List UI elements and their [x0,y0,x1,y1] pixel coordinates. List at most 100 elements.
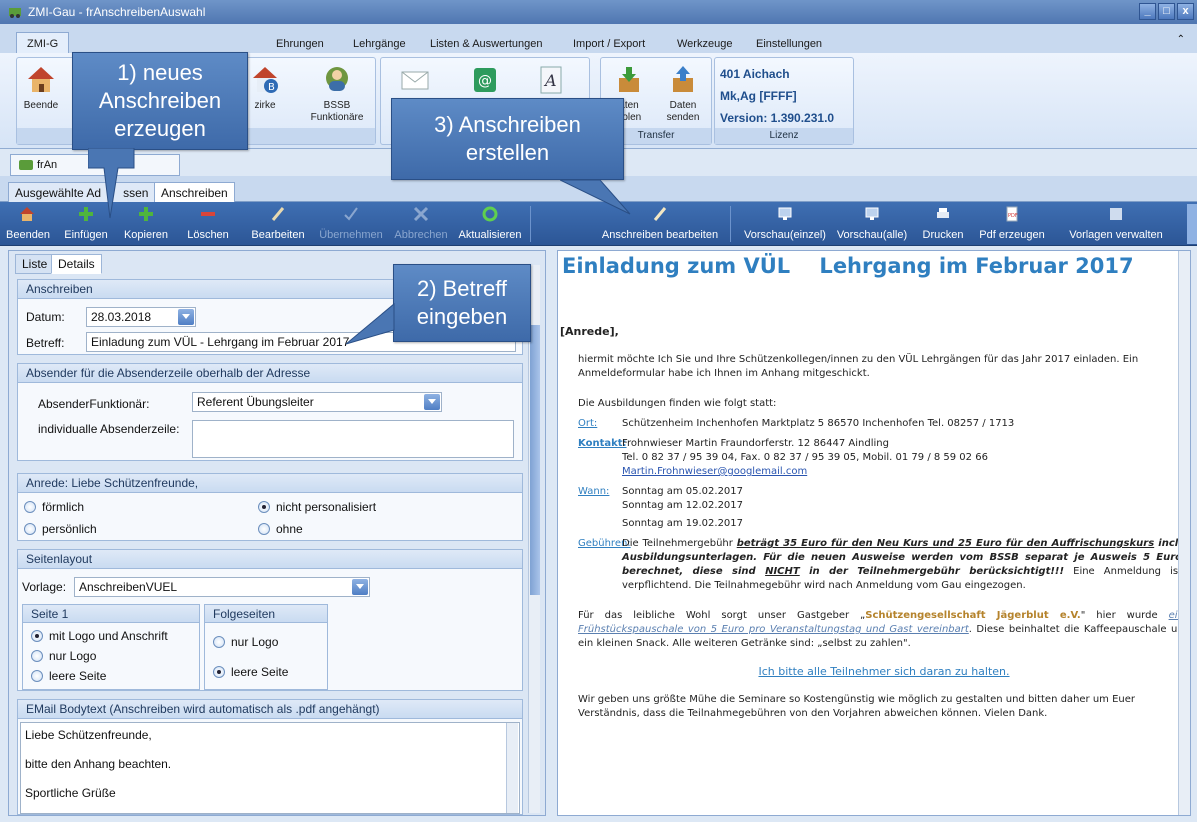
beenden-button[interactable]: Beenden [6,206,50,242]
radio-leere-seite[interactable]: leere Seite [31,669,106,683]
monitor-icon [864,206,880,222]
folgeseiten-box: Folgeseiten nur Logo leere Seite [204,604,328,690]
ribbon-mail-button[interactable] [395,64,435,100]
ribbon-tab-einstellungen[interactable]: Einstellungen [756,38,822,50]
copy-plus-icon [138,206,154,222]
ribbon-bssb-button[interactable]: BSSB Funktionäre [307,64,367,124]
vorschau-alle-button[interactable]: Vorschau(alle) [834,206,910,242]
ribbon-collapse-icon[interactable]: ⌃ [1177,34,1185,45]
details-scrollbar[interactable] [528,265,540,813]
radio-icon [24,523,36,535]
drucken-button[interactable]: Drucken [920,206,966,242]
svg-text:B: B [268,82,275,93]
license-info: 401 Aichach Mk,Ag [FFFF] Version: 1.390.… [720,63,834,129]
vorschau-einzel-button[interactable]: Vorschau(einzel) [738,206,832,242]
document-anrede: [Anrede], [560,325,619,338]
aktualisieren-button[interactable]: Aktualisieren [454,206,526,242]
preview-scrollbar[interactable] [1178,251,1190,815]
ribbon-text-button[interactable]: A [531,64,571,100]
doc-value-wann-3: Sonntag am 19.02.2017 [622,518,744,529]
tab-details[interactable]: Details [51,254,102,274]
datum-field[interactable]: 28.03.2018 [86,307,196,327]
radio-mit-logo-und-anschrift[interactable]: mit Logo und Anschrift [31,629,168,643]
radio-ohne[interactable]: ohne [258,522,303,536]
doc-value-kontakt-2: Tel. 0 82 37 / 95 39 04, Fax. 0 82 37 / … [622,452,988,463]
email-at-icon: @ [469,64,501,96]
ribbon-tab-import[interactable]: Import / Export [573,38,645,50]
email-line: bitte den Anhang beachten. [25,757,172,771]
email-scrollbar[interactable] [506,723,518,813]
ribbon-tabbar: ZMI-G Ehrungen Lehrgänge Listen & Auswer… [0,24,1197,56]
car-icon [19,160,33,171]
callout-1: 1) neues Anschreiben erzeugen [72,52,248,150]
seite1-box: Seite 1 mit Logo und Anschrift nur Logo … [22,604,200,690]
absenderfunktionaer-select[interactable]: Referent Übungsleiter [192,392,442,412]
ribbon-email-button[interactable]: @ [465,64,505,100]
download-box-icon [613,64,645,96]
document-paragraph: hiermit möchte Ich Sie und Ihre Schützen… [578,354,1139,379]
radio-folge-nur-logo[interactable]: nur Logo [213,635,278,649]
date-picker-button[interactable] [178,309,194,325]
doc-contact-email-link[interactable]: Martin.Frohnwieser@googlemail.com [622,465,1182,479]
doc-value-ort: Schützenheim Inchenhofen Marktplatz 5 86… [622,418,1015,429]
toolbar-separator [530,206,531,242]
callout-1-pointer [88,148,135,219]
section-seitenlayout: Seitenlayout Vorlage: AnschreibenVUEL Se… [17,549,523,691]
radio-folge-leere-seite[interactable]: leere Seite [213,665,288,679]
abbrechen-button[interactable]: Abbrechen [390,206,452,242]
vorlage-select[interactable]: AnschreibenVUEL [74,577,370,597]
chevron-down-icon[interactable] [424,394,440,410]
radio-nicht-personalisiert[interactable]: nicht personalisiert [258,500,376,514]
doc-label-kontakt: Kontakt: [578,438,627,449]
individuelle-absenderzeile-input[interactable] [192,420,514,458]
radio-persoenlich[interactable]: persönlich [24,522,97,536]
ribbon-daten-senden-button[interactable]: Daten senden [663,64,703,124]
betreff-label: Betreff: [26,336,65,350]
ribbon-beenden-button[interactable]: Beende [21,64,61,112]
doc-value-wann-2: Sonntag am 12.02.2017 [622,500,744,511]
scrollbar-thumb[interactable] [530,325,540,595]
vorlage-label: Vorlage: [22,580,67,594]
radio-foermlich[interactable]: förmlich [24,500,84,514]
template-icon [1108,206,1124,222]
bearbeiten-button[interactable]: Bearbeiten [246,206,310,242]
envelope-icon [399,64,431,96]
vorlagen-verwalten-button[interactable]: Vorlagen verwalten [1060,206,1172,242]
svg-text:@: @ [478,73,492,89]
document-paragraph-verpflegung: Für das leibliche Wohl sorgt unser Gastg… [578,610,1190,649]
ribbon-tab-ehrungen[interactable]: Ehrungen [276,38,324,50]
house-icon [19,206,35,222]
minimize-button[interactable]: _ [1139,3,1156,20]
radio-icon [31,650,43,662]
ribbon-tab-listen[interactable]: Listen & Auswertungen [430,38,543,50]
close-button[interactable]: x [1177,3,1194,20]
users-icon [321,64,353,96]
monitor-icon [777,206,793,222]
tab-liste[interactable]: Liste [15,254,55,274]
ribbon-bezirke-button[interactable]: B zirke [245,64,285,112]
chevron-down-icon[interactable] [352,579,368,595]
document-highlight: Ich bitte alle Teilnehmer sich daran zu … [758,665,1010,678]
uebernehmen-button[interactable]: Übernehmen [316,206,386,242]
radio-icon [213,636,225,648]
window-title: ZMI-Gau - frAnschreibenAuswahl [28,5,206,19]
email-line: Sportliche Grüße [25,786,116,800]
toolbar-overflow-chevron[interactable] [1187,204,1197,244]
app-icon [8,5,22,19]
folgeseiten-head: Folgeseiten [205,605,327,623]
radio-nur-logo[interactable]: nur Logo [31,649,96,663]
tab-anschreiben[interactable]: Anschreiben [154,182,235,203]
pdf-erzeugen-button[interactable]: PDF Pdf erzeugen [972,206,1052,242]
callout-2: 2) Betreff eingeben [393,264,531,342]
x-icon [413,206,429,222]
svg-text:PDF: PDF [1008,213,1018,219]
ribbon-tab-lehrgaenge[interactable]: Lehrgänge [353,38,406,50]
radio-selected-icon [31,630,43,642]
section-email-head: EMail Bodytext (Anschreiben wird automat… [18,700,522,719]
house-icon [25,64,57,96]
loeschen-button[interactable]: Löschen [180,206,236,242]
email-bodytext-input[interactable]: Liebe Schützenfreunde, bitte den Anhang … [20,722,520,814]
upload-box-icon [667,64,699,96]
ribbon-tab-werkzeuge[interactable]: Werkzeuge [677,38,732,50]
maximize-button[interactable]: □ [1158,3,1175,20]
